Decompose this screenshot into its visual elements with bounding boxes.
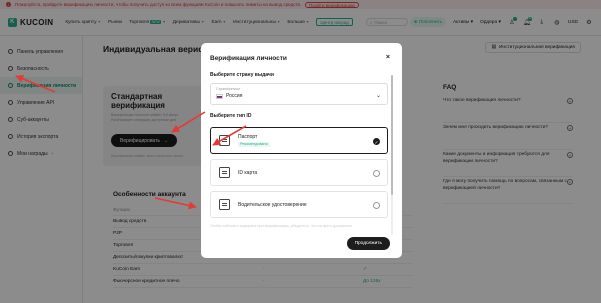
country-caption: Страна/регион [216,87,240,91]
country-value: Россия [226,93,243,99]
close-icon[interactable]: × [386,54,390,61]
id-option-id-card[interactable]: ID карта [210,159,388,186]
modal-title: Верификация личности [210,55,287,62]
id-option-drivers-license[interactable]: Водительское удостоверение [210,191,388,218]
id-type-section-label: Выберите тип ID [210,113,252,119]
recommended-badge: Рекомендовано [238,141,270,147]
drivers-license-icon [219,199,230,210]
country-section-label: Выберите страну выдачи [210,72,274,78]
verification-modal: Верификация личности × Выберите страну в… [201,43,402,258]
passport-icon [219,135,230,146]
russia-flag-icon [216,93,223,99]
country-select[interactable]: Страна/регион Россия ⌄ [210,83,388,105]
modal-note: Чтобы избежать задержек при верификации,… [210,224,353,228]
chevron-down-icon: ⌄ [375,93,381,99]
modal-scroll-thumb[interactable] [391,75,393,195]
continue-button[interactable]: Продолжить [346,237,390,250]
radio-icon[interactable] [373,170,380,177]
id-card-icon [219,167,230,178]
id-option-passport[interactable]: Паспорт Рекомендовано ✓ [210,127,388,154]
radio-checked-icon[interactable]: ✓ [373,138,380,145]
radio-icon[interactable] [373,202,380,209]
